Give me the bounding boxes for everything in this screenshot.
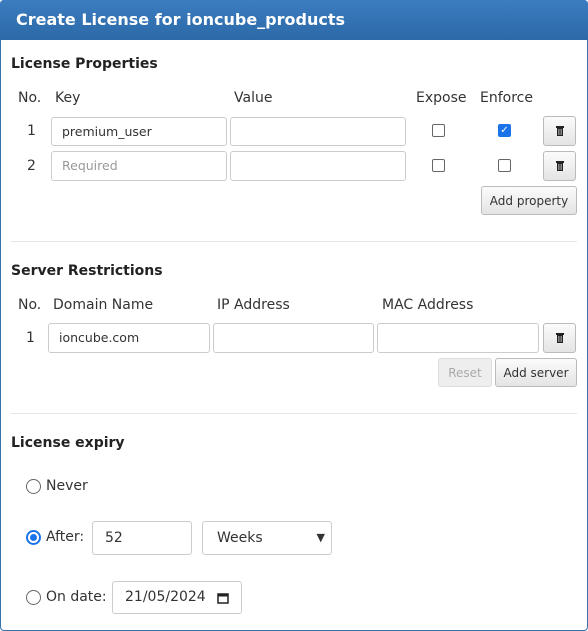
ondate-label: On date: [46, 589, 107, 605]
trash-icon [555, 333, 564, 343]
value-input[interactable] [230, 151, 406, 181]
calendar-icon[interactable] [217, 592, 229, 604]
section-title-properties: License Properties [11, 56, 158, 72]
divider [11, 413, 577, 414]
mac-input[interactable] [377, 323, 539, 353]
enforce-checkbox[interactable]: ✓ [498, 124, 511, 137]
never-radio[interactable] [26, 479, 41, 494]
domain-input[interactable]: ioncube.com [48, 323, 210, 353]
col-ip: IP Address [217, 297, 290, 313]
ip-input[interactable] [213, 323, 374, 353]
key-input[interactable]: Required [51, 151, 227, 181]
col-mac: MAC Address [382, 297, 474, 313]
expose-checkbox[interactable] [432, 124, 445, 137]
delete-property-button[interactable] [543, 151, 576, 181]
key-input[interactable]: premium_user [51, 117, 227, 146]
row-number: 2 [27, 158, 36, 174]
col-enforce: Enforce [480, 90, 533, 106]
col-no: No. [18, 90, 42, 106]
col-domain: Domain Name [53, 297, 154, 313]
ondate-radio[interactable] [26, 590, 41, 605]
after-radio[interactable] [26, 530, 41, 545]
enforce-checkbox[interactable] [498, 159, 511, 172]
add-server-button[interactable]: Add server [495, 358, 577, 387]
chevron-down-icon: ▼ [316, 531, 325, 544]
date-value: 21/05/2024 [125, 589, 206, 605]
divider [11, 241, 577, 242]
delete-property-button[interactable] [543, 116, 576, 146]
value-input[interactable] [230, 117, 406, 146]
section-title-expiry: License expiry [11, 435, 125, 451]
delete-server-button[interactable] [543, 323, 576, 353]
row-number: 1 [27, 123, 36, 139]
date-input[interactable]: 21/05/2024 [112, 581, 242, 614]
trash-icon [555, 161, 564, 171]
add-property-button[interactable]: Add property [481, 186, 577, 215]
trash-icon [555, 126, 564, 136]
after-unit-select[interactable]: Weeks ▼ [202, 521, 332, 555]
row-number: 1 [26, 330, 35, 346]
after-unit-value: Weeks [217, 530, 263, 546]
dialog-title: Create License for ioncube_products [0, 0, 588, 40]
section-title-servers: Server Restrictions [11, 263, 163, 279]
col-expose: Expose [416, 90, 467, 106]
reset-button[interactable]: Reset [438, 358, 492, 387]
after-amount-input[interactable]: 52 [92, 521, 192, 555]
col-key: Key [55, 90, 81, 106]
never-label: Never [46, 478, 88, 494]
after-label: After: [46, 529, 85, 545]
expose-checkbox[interactable] [432, 159, 445, 172]
col-no: No. [18, 297, 42, 313]
col-value: Value [234, 90, 273, 106]
